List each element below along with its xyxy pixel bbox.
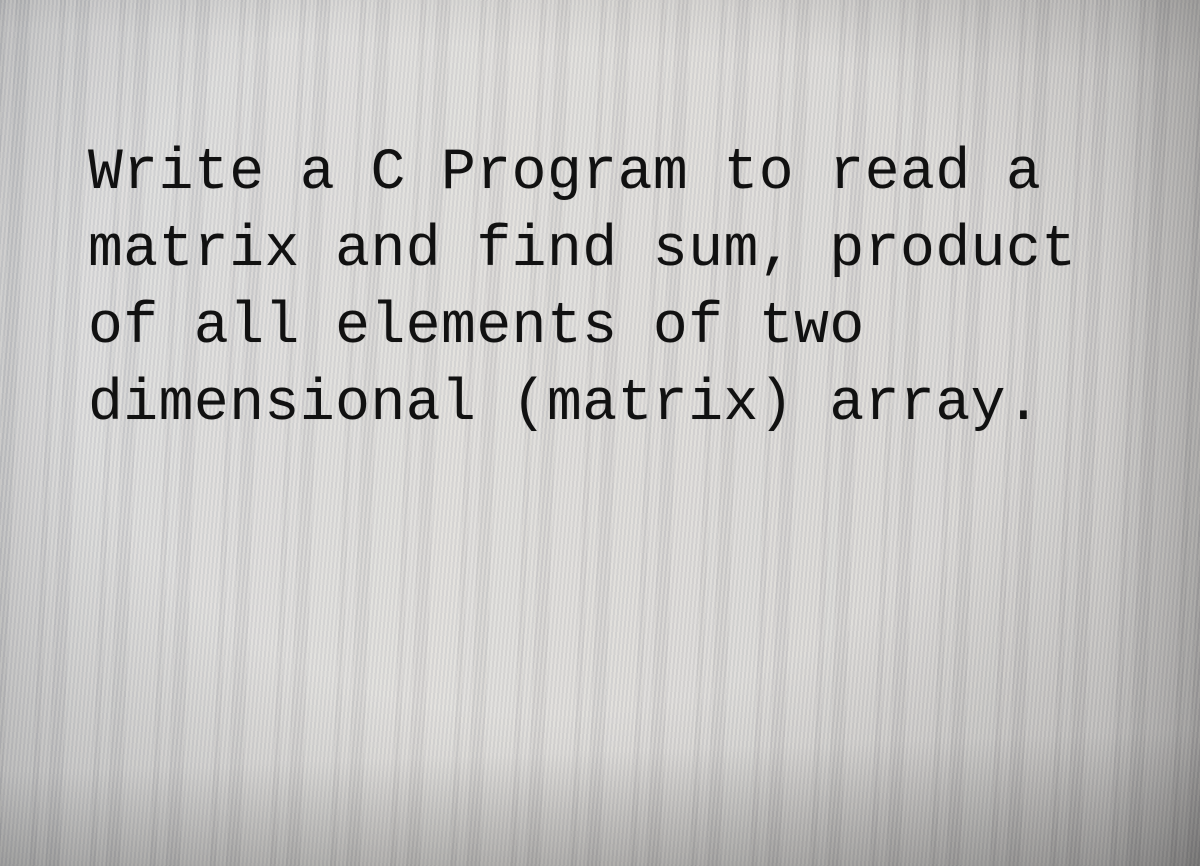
- question-body: Write a C Program to read a matrix and f…: [88, 141, 1077, 437]
- question-text: Write a C Program to read a matrix and f…: [88, 135, 1130, 444]
